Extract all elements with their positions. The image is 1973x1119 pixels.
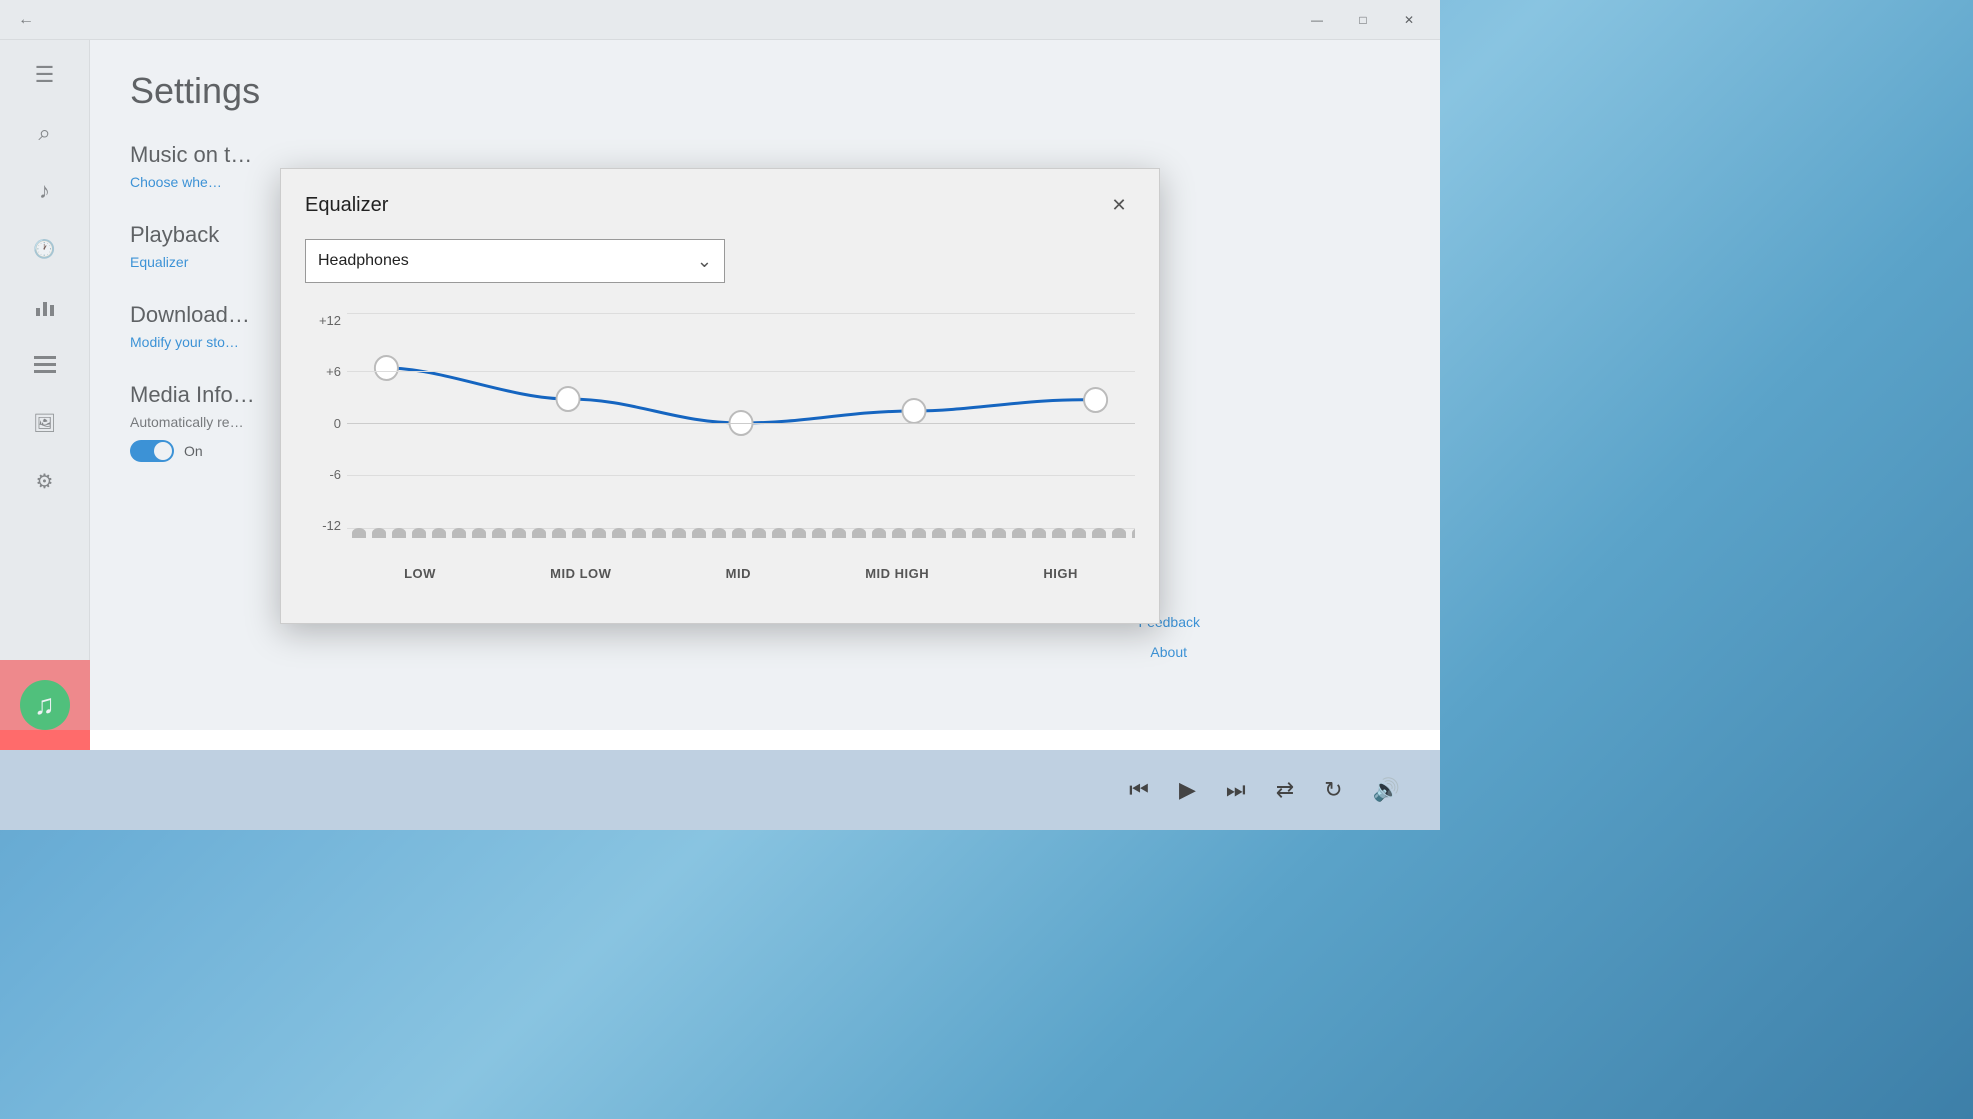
shuffle-button[interactable]: ⇄	[1276, 777, 1294, 803]
x-label-mid: MID	[726, 566, 751, 581]
dot	[572, 528, 586, 538]
eq-handle-low[interactable]	[375, 356, 398, 380]
eq-handle-midhigh[interactable]	[902, 399, 925, 423]
dot	[492, 528, 506, 538]
dot	[1132, 528, 1135, 538]
dot	[532, 528, 546, 538]
grid-line-top	[347, 313, 1135, 314]
dialog-close-button[interactable]: ✕	[1103, 189, 1135, 221]
dot	[612, 528, 626, 538]
eq-y-labels: +12 +6 0 -6 -12	[305, 303, 341, 543]
dot	[1012, 528, 1026, 538]
dot	[352, 528, 366, 538]
dot	[872, 528, 886, 538]
dot	[952, 528, 966, 538]
next-track-button[interactable]: ⏭	[1226, 777, 1246, 803]
eq-handle-high[interactable]	[1084, 388, 1107, 412]
dot	[732, 528, 746, 538]
y-label-12: +12	[305, 313, 341, 328]
eq-handle-midlow[interactable]	[556, 387, 579, 411]
prev-track-button[interactable]: ⏮	[1129, 777, 1149, 803]
eq-x-labels: LOW MID LOW MID MID HIGH HIGH	[347, 553, 1135, 593]
dot	[1072, 528, 1086, 538]
dot	[412, 528, 426, 538]
dot	[452, 528, 466, 538]
dot	[552, 528, 566, 538]
dot	[792, 528, 806, 538]
dialog-title: Equalizer	[305, 194, 388, 217]
dot	[992, 528, 1006, 538]
dot	[932, 528, 946, 538]
preset-label: Headphones	[318, 252, 409, 270]
y-label-neg6: -6	[305, 467, 341, 482]
dialog-header: Equalizer ✕	[305, 189, 1135, 221]
dot	[632, 528, 646, 538]
dot	[392, 528, 406, 538]
x-label-low: LOW	[404, 566, 436, 581]
dot	[372, 528, 386, 538]
dot	[772, 528, 786, 538]
x-label-midlow: MID LOW	[550, 566, 611, 581]
eq-graph-area	[347, 303, 1135, 548]
dot	[1112, 528, 1126, 538]
dots-row	[347, 528, 1135, 538]
grid-line-6	[347, 371, 1135, 372]
playback-bar: ⏮ ▶ ⏭ ⇄ ↻ 🔊	[0, 750, 1440, 830]
y-label-neg12: -12	[305, 518, 341, 533]
grid-line-neg6	[347, 475, 1135, 476]
x-label-midhigh: MID HIGH	[865, 566, 929, 581]
dot	[512, 528, 526, 538]
dot	[1032, 528, 1046, 538]
dot	[812, 528, 826, 538]
eq-chart: +12 +6 0 -6 -12	[305, 303, 1135, 593]
dot	[972, 528, 986, 538]
equalizer-dialog: Equalizer ✕ Headphones ⌄ +12 +6 0 -6 -12	[280, 168, 1160, 624]
dot	[672, 528, 686, 538]
dot	[892, 528, 906, 538]
dot	[472, 528, 486, 538]
y-label-0: 0	[305, 416, 341, 431]
dropdown-arrow-icon: ⌄	[697, 251, 712, 272]
x-label-high: HIGH	[1043, 566, 1078, 581]
dot	[912, 528, 926, 538]
repeat-button[interactable]: ↻	[1324, 777, 1342, 803]
dot	[432, 528, 446, 538]
dot	[832, 528, 846, 538]
dot	[652, 528, 666, 538]
preset-dropdown[interactable]: Headphones ⌄	[305, 239, 725, 283]
dot	[1052, 528, 1066, 538]
dot	[852, 528, 866, 538]
dot	[712, 528, 726, 538]
grid-line-0	[347, 423, 1135, 424]
dot	[752, 528, 766, 538]
dot	[592, 528, 606, 538]
y-label-6: +6	[305, 364, 341, 379]
play-button[interactable]: ▶	[1179, 777, 1196, 803]
dot	[1092, 528, 1106, 538]
app-window: ← — □ ✕ ☰ ⌕ ♪ 🕐 🖼 ⚙ ♫	[0, 0, 1440, 830]
dot	[692, 528, 706, 538]
volume-button[interactable]: 🔊	[1373, 777, 1400, 803]
eq-svg	[347, 303, 1135, 548]
